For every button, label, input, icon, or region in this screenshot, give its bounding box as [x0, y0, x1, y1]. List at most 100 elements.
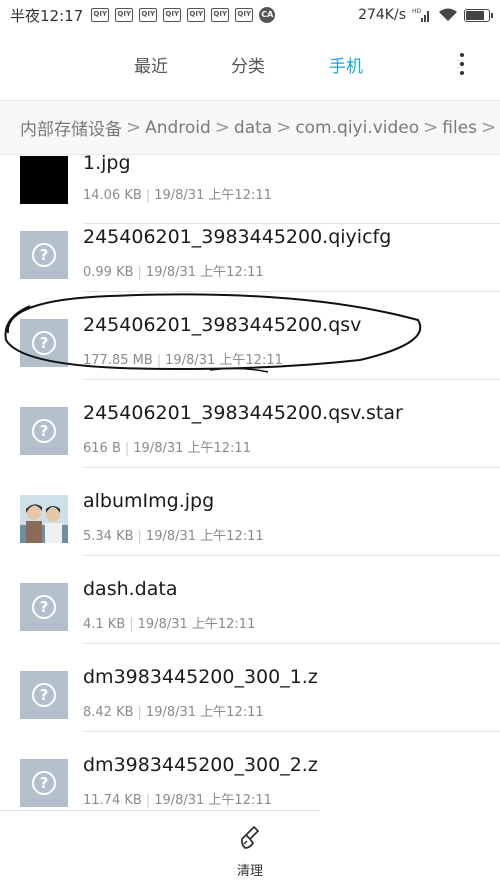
- unknown-file-icon: ?: [20, 231, 68, 279]
- file-row[interactable]: ? dm3983445200_300_1.z 8.42 KB | 19/8/31 上…: [0, 664, 500, 752]
- row-divider: [83, 643, 500, 644]
- file-date: 19/8/31 上午12:11: [137, 617, 256, 632]
- file-row[interactable]: 1.jpg 14.06 KB | 19/8/31 上午12:11: [0, 155, 500, 224]
- file-date: 19/8/31 上午12:11: [154, 188, 272, 203]
- file-name: dm3983445200_300_1.z: [83, 666, 318, 688]
- file-name: albumImg.jpg: [83, 490, 215, 512]
- file-date: 19/8/31 上午12:11: [145, 529, 264, 544]
- status-bar: 半夜12:17 QIY QIY QIY QIY QIY QIY QIY CA 2…: [0, 0, 500, 30]
- photo-thumbnail: [20, 495, 68, 543]
- unknown-file-icon: ?: [20, 407, 68, 455]
- wifi-icon: [439, 8, 457, 21]
- iqiyi-notification-icon: QIY: [115, 8, 134, 22]
- question-mark-icon: ?: [32, 331, 56, 355]
- file-meta: 0.99 KB | 19/8/31 上午12:11: [83, 265, 264, 280]
- row-divider: [83, 291, 500, 292]
- hd-label: HD: [412, 8, 422, 15]
- clean-button[interactable]: 清理: [220, 824, 280, 880]
- chevron-right-icon: >: [214, 117, 230, 138]
- file-size: 5.34 KB: [83, 529, 134, 544]
- iqiyi-notification-icon: QIY: [187, 8, 206, 22]
- row-divider: [83, 555, 500, 556]
- more-dot-icon: [460, 62, 464, 66]
- row-divider: [83, 731, 500, 732]
- status-time: 半夜12:17: [10, 6, 84, 25]
- toolbar-divider: [0, 810, 320, 811]
- file-name: 245406201_3983445200.qsv.star: [83, 402, 403, 424]
- tab-bar: 最近 分类 手机: [0, 30, 500, 96]
- breadcrumb-item[interactable]: Android: [145, 118, 211, 138]
- bottom-toolbar: 清理: [0, 810, 500, 889]
- signal-icon: HD: [412, 8, 429, 22]
- file-row[interactable]: ? 245406201_3983445200.qiyicfg 0.99 KB | 1…: [0, 224, 500, 312]
- image-thumbnail: [20, 156, 68, 204]
- file-size: 14.06 KB: [83, 188, 142, 203]
- file-size: 4.1 KB: [83, 617, 126, 632]
- broom-icon: [240, 826, 259, 849]
- unknown-file-icon: ?: [20, 583, 68, 631]
- tab-recent[interactable]: 最近: [134, 52, 168, 77]
- iqiyi-notification-icon: QIY: [163, 8, 182, 22]
- tab-category[interactable]: 分类: [231, 52, 265, 77]
- chevron-right-icon: >: [276, 117, 292, 138]
- file-size: 8.42 KB: [83, 705, 134, 720]
- file-name: 1.jpg: [83, 155, 131, 174]
- file-row[interactable]: albumImg.jpg 5.34 KB | 19/8/31 上午12:11: [0, 488, 500, 576]
- file-date: 19/8/31 上午12:11: [145, 265, 264, 280]
- file-date: 19/8/31 上午12:11: [145, 705, 264, 720]
- file-meta: 8.42 KB | 19/8/31 上午12:11: [83, 705, 264, 720]
- file-meta: 4.1 KB | 19/8/31 上午12:11: [83, 617, 256, 632]
- breadcrumb-item[interactable]: 内部存储设备: [20, 115, 122, 140]
- breadcrumb-item[interactable]: data: [234, 118, 272, 138]
- file-size: 177.85 MB: [83, 353, 153, 368]
- file-meta: 616 B | 19/8/31 上午12:11: [83, 441, 251, 456]
- file-size: 0.99 KB: [83, 265, 134, 280]
- app-notification-icon: CA: [259, 7, 276, 23]
- more-dot-icon: [460, 71, 464, 75]
- row-divider: [83, 467, 500, 468]
- battery-fill: [466, 10, 484, 20]
- iqiyi-notification-icon: QIY: [235, 8, 254, 22]
- file-name: 245406201_3983445200.qiyicfg: [83, 226, 392, 248]
- tab-phone[interactable]: 手机: [329, 52, 363, 77]
- network-speed: 274K/s: [358, 7, 406, 23]
- chevron-right-icon: >: [126, 117, 142, 138]
- chevron-right-icon: >: [481, 117, 497, 138]
- file-date: 19/8/31 上午12:11: [165, 353, 283, 368]
- file-list: 1.jpg 14.06 KB | 19/8/31 上午12:11 ? 2454062…: [0, 155, 500, 810]
- file-row[interactable]: ? 245406201_3983445200.qsv 177.85 MB | 19/…: [0, 312, 500, 400]
- clean-label: 清理: [236, 864, 263, 879]
- file-meta: 177.85 MB | 19/8/31 上午12:11: [83, 353, 283, 368]
- file-meta: 11.74 KB | 19/8/31 上午12:11: [83, 793, 272, 808]
- breadcrumb: 内部存储设备 > Android > data > com.qiyi.video…: [0, 100, 500, 155]
- question-mark-icon: ?: [32, 683, 56, 707]
- file-date: 19/8/31 上午12:11: [154, 793, 272, 808]
- question-mark-icon: ?: [32, 243, 56, 267]
- question-mark-icon: ?: [32, 595, 56, 619]
- file-size: 11.74 KB: [83, 793, 142, 808]
- more-dot-icon: [460, 53, 464, 57]
- file-name: dash.data: [83, 578, 178, 600]
- file-row[interactable]: ? dm3983445200_300_2.z 11.74 KB | 19/8/31 …: [0, 752, 500, 810]
- question-mark-icon: ?: [32, 771, 56, 795]
- file-meta: 14.06 KB | 19/8/31 上午12:11: [83, 188, 272, 203]
- unknown-file-icon: ?: [20, 759, 68, 807]
- more-menu-button[interactable]: [454, 50, 470, 78]
- file-row[interactable]: ? 245406201_3983445200.qsv.star 616 B | 19…: [0, 400, 500, 488]
- iqiyi-notification-icon: QIY: [139, 8, 158, 22]
- row-divider: [83, 379, 500, 380]
- album-photo-image: [20, 495, 68, 543]
- file-name: dm3983445200_300_2.z: [83, 754, 318, 776]
- notification-icons: QIY QIY QIY QIY QIY QIY QIY CA: [91, 7, 276, 23]
- question-mark-icon: ?: [32, 419, 56, 443]
- file-meta: 5.34 KB | 19/8/31 上午12:11: [83, 529, 264, 544]
- file-size: 616 B: [83, 441, 121, 456]
- battery-icon: [464, 8, 493, 22]
- iqiyi-notification-icon: QIY: [211, 8, 230, 22]
- file-date: 19/8/31 上午12:11: [133, 441, 251, 456]
- unknown-file-icon: ?: [20, 671, 68, 719]
- breadcrumb-item[interactable]: files: [442, 118, 477, 138]
- status-right: 274K/s HD: [358, 7, 493, 23]
- file-row[interactable]: ? dash.data 4.1 KB | 19/8/31 上午12:11: [0, 576, 500, 664]
- breadcrumb-item[interactable]: com.qiyi.video: [295, 118, 419, 138]
